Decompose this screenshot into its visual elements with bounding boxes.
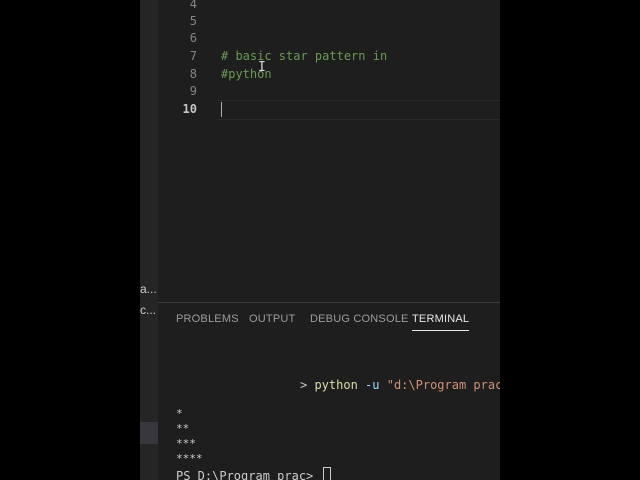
bottom-panel: PROBLEMS OUTPUT DEBUG CONSOLE TERMINAL >… [158,302,500,480]
terminal-output-line: * [176,407,183,420]
code-comment-line[interactable]: # basic star pattern in [221,49,387,63]
explorer-sidebar: a... c... [140,0,158,480]
command-prompt-char: > [300,378,315,392]
explorer-item[interactable]: a... [140,282,158,296]
command-executable: python [314,378,358,392]
command-argument: "d:\Program prac\ [386,378,500,392]
terminal-cursor [322,467,331,480]
terminal-prompt-text: PS D:\Program prac> [176,469,321,480]
line-number: 7 [189,49,197,63]
command-flag: -u [357,378,387,392]
line-number: 4 [189,0,197,11]
terminal-output-line: ** [176,422,190,435]
text-caret [221,102,222,117]
tab-problems[interactable]: PROBLEMS [176,313,239,325]
terminal-output-line: **** [176,452,203,465]
explorer-selected-item[interactable] [140,422,158,444]
line-number-current: 10 [182,102,197,116]
vscode-window: a... c... 4 5 6 7 8 9 10 # basic star pa… [140,0,500,480]
explorer-item[interactable]: c... [140,303,158,317]
ibeam-cursor-icon: I [258,60,266,75]
current-line-highlight [218,100,500,120]
terminal-command: > python -u "d:\Program prac\ [300,378,500,392]
tab-debug-console[interactable]: DEBUG CONSOLE [310,313,409,325]
line-number: 8 [189,67,197,81]
tab-terminal[interactable]: TERMINAL [412,313,470,331]
line-number: 6 [189,31,197,45]
terminal-prompt[interactable]: PS D:\Program prac> [176,467,331,480]
line-number: 5 [189,14,197,28]
terminal-output-line: *** [176,437,196,450]
tab-output[interactable]: OUTPUT [249,313,295,325]
line-number: 9 [189,84,197,98]
